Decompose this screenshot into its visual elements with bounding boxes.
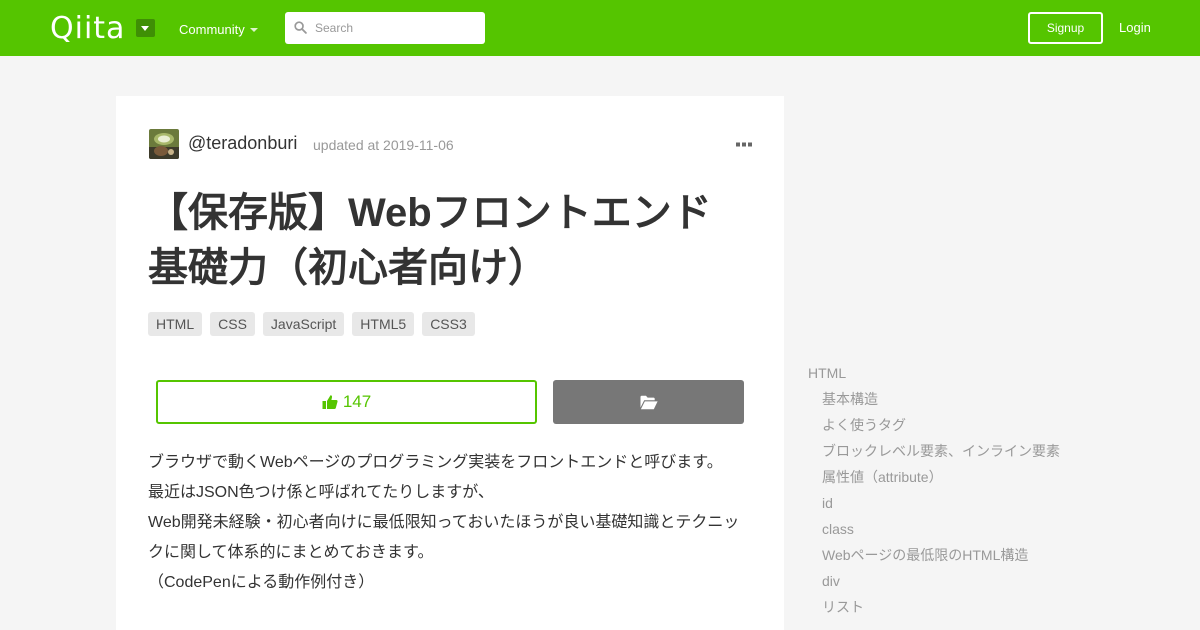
article-title: 【保存版】Webフロントエンド 基礎力（初心者向け） bbox=[148, 186, 758, 296]
body-paragraph: （CodePenによる動作例付き） bbox=[148, 574, 375, 591]
tag-css3[interactable]: CSS3 bbox=[422, 312, 475, 336]
search-input[interactable] bbox=[315, 12, 480, 44]
article-card: @teradonburi updated at 2019-11-06 【保存版】… bbox=[116, 96, 784, 630]
title-line-1: 【保存版】Webフロントエンド bbox=[148, 191, 712, 235]
toc-item[interactable]: ブロックレベル要素、インライン要素 bbox=[808, 442, 1148, 468]
signup-button[interactable]: Signup bbox=[1028, 12, 1103, 44]
toc-item[interactable]: 属性値（attribute） bbox=[808, 468, 1148, 494]
login-link[interactable]: Login bbox=[1119, 20, 1151, 35]
toc-item[interactable]: 基本構造 bbox=[808, 390, 1148, 416]
body-paragraph: 最近はJSON色つけ係と呼ばれてたりしますが、 bbox=[148, 484, 494, 501]
like-count: 147 bbox=[342, 392, 372, 411]
qiita-logo[interactable]: Qiita bbox=[50, 14, 125, 44]
tag-list: HTML CSS JavaScript HTML5 CSS3 bbox=[148, 312, 475, 336]
article-body: ブラウザで動くWebページのプログラミング実装をフロントエンドと呼びます。 最近… bbox=[148, 448, 758, 598]
search-box bbox=[285, 12, 485, 44]
tag-html[interactable]: HTML bbox=[148, 312, 203, 336]
body-paragraph: Web開発未経験・初心者向けに最低限知っておいたほうが良い基礎知識とテクニッ bbox=[148, 514, 740, 531]
updated-date: updated at 2019-11-06 bbox=[313, 137, 454, 153]
toc-item[interactable]: id bbox=[808, 494, 1148, 520]
toc-item[interactable]: class bbox=[808, 520, 1148, 546]
folder-open-icon bbox=[640, 395, 658, 409]
like-button[interactable]: 147 bbox=[156, 380, 537, 424]
stock-button[interactable] bbox=[553, 380, 744, 424]
tag-css[interactable]: CSS bbox=[210, 312, 255, 336]
author-name[interactable]: @teradonburi bbox=[188, 133, 297, 154]
thumbs-up-icon bbox=[322, 395, 338, 409]
logo-dropdown-button[interactable] bbox=[136, 19, 155, 37]
body-paragraph: ブラウザで動くWebページのプログラミング実装をフロントエンドと呼びます。 bbox=[148, 454, 723, 471]
ellipsis-icon[interactable] bbox=[736, 142, 752, 147]
title-line-2: 基礎力（初心者向け） bbox=[148, 246, 548, 290]
avatar[interactable] bbox=[149, 129, 179, 159]
search-icon bbox=[294, 21, 307, 34]
toc-item[interactable]: よく使うタグ bbox=[808, 416, 1148, 442]
caret-down-icon bbox=[250, 28, 258, 32]
body-paragraph: クに関して体系的にまとめておきます。 bbox=[148, 544, 434, 561]
toc-item[interactable]: div bbox=[808, 572, 1148, 598]
tag-html5[interactable]: HTML5 bbox=[352, 312, 415, 336]
community-menu[interactable]: Community bbox=[179, 22, 245, 37]
global-header: Qiita Community Signup Login bbox=[0, 0, 1200, 56]
toc-item[interactable]: リスト bbox=[808, 598, 1148, 624]
table-of-contents: HTML 基本構造 よく使うタグ ブロックレベル要素、インライン要素 属性値（a… bbox=[808, 364, 1148, 624]
tag-javascript[interactable]: JavaScript bbox=[262, 312, 345, 336]
toc-item[interactable]: Webページの最低限のHTML構造 bbox=[808, 546, 1148, 572]
toc-item-html[interactable]: HTML bbox=[808, 364, 1148, 390]
